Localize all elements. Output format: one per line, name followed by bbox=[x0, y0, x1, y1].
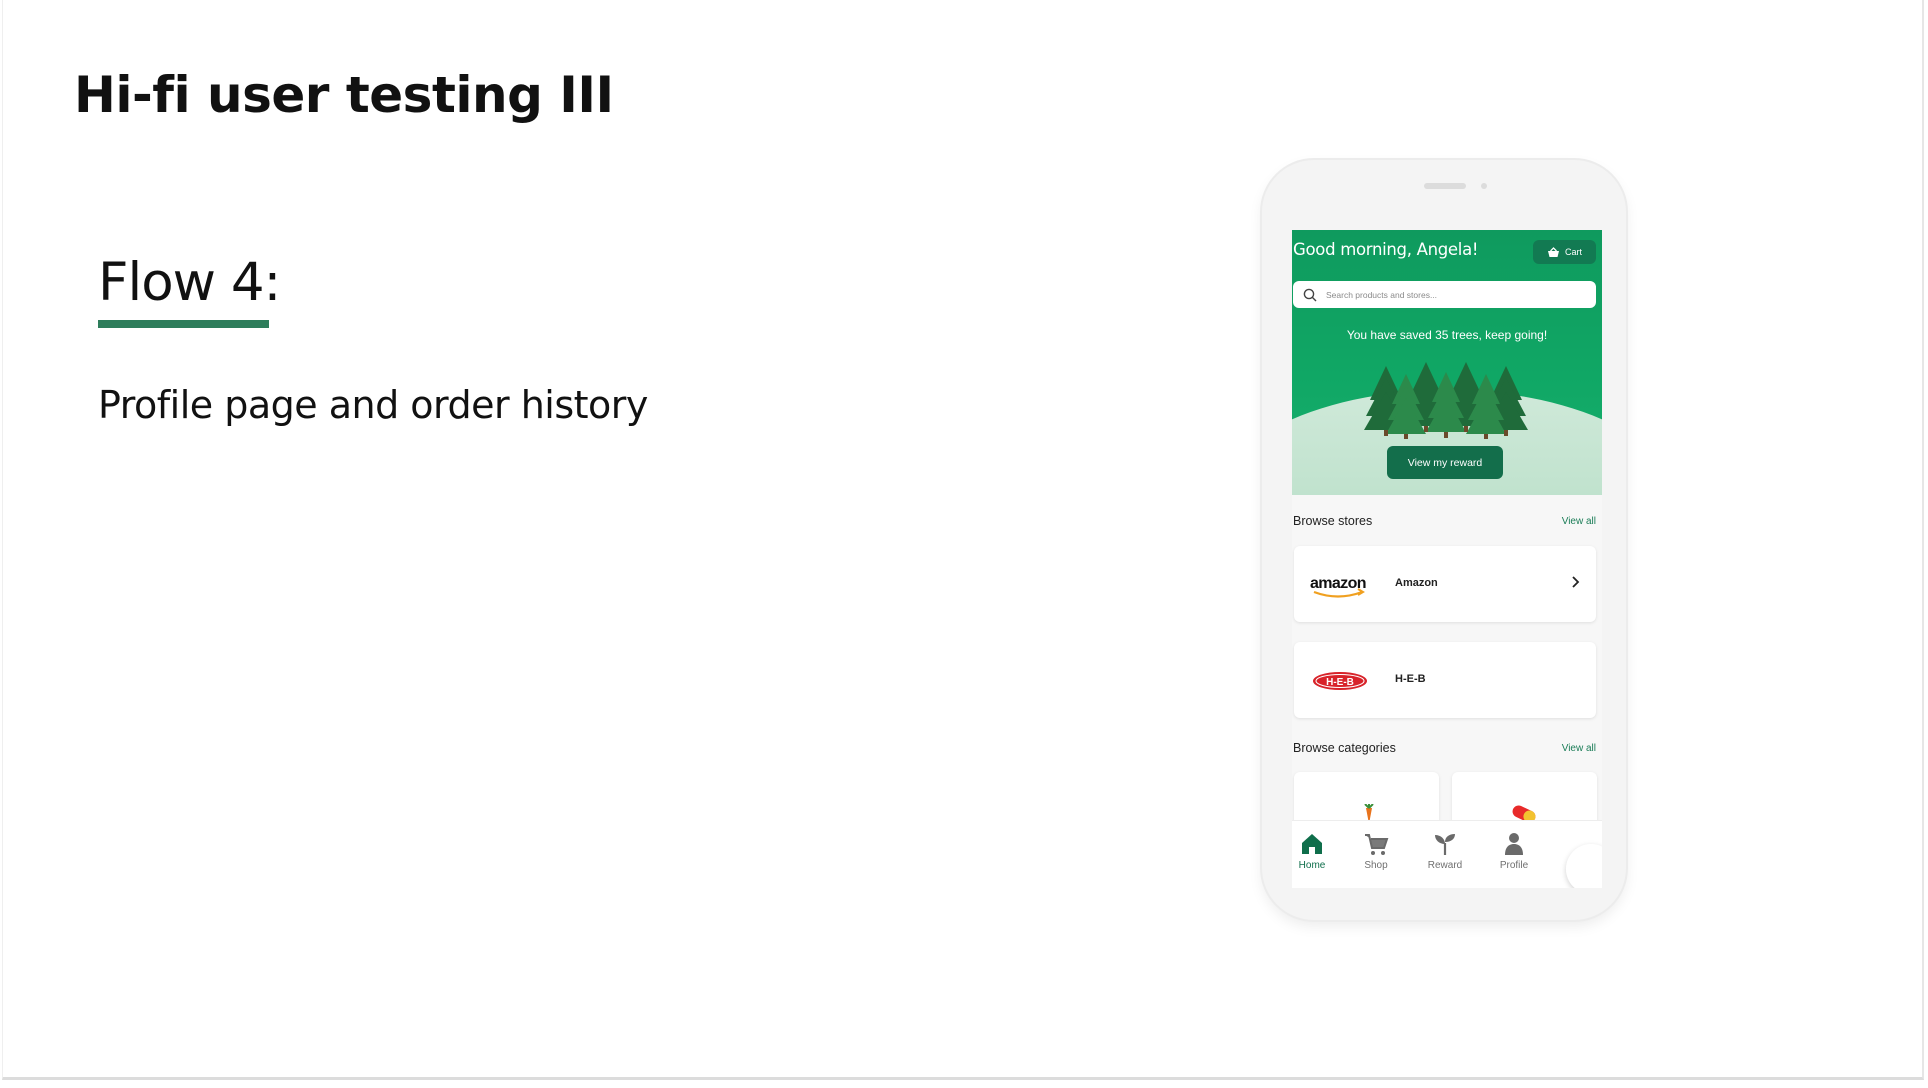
browse-categories-title: Browse categories bbox=[1293, 741, 1396, 755]
store-name: Amazon bbox=[1395, 577, 1438, 589]
bottom-tab-bar: Home Shop Reward Profile bbox=[1292, 820, 1602, 888]
search-icon bbox=[1303, 288, 1317, 301]
tab-label: Shop bbox=[1364, 860, 1388, 871]
basket-icon bbox=[1547, 246, 1559, 257]
tab-home[interactable]: Home bbox=[1292, 831, 1344, 879]
slide-title: Hi-fi user testing III bbox=[74, 66, 614, 124]
tab-label: Reward bbox=[1427, 860, 1463, 871]
store-card-heb[interactable]: H-E-B H-E-B bbox=[1294, 642, 1596, 718]
chevron-right-icon bbox=[1572, 576, 1580, 588]
flow-heading: Flow 4: bbox=[98, 252, 281, 313]
flow-description: Profile page and order history bbox=[98, 383, 648, 427]
tab-reward[interactable]: Reward bbox=[1413, 831, 1477, 879]
cart-label: Cart bbox=[1564, 247, 1582, 257]
amazon-logo: amazon bbox=[1310, 575, 1367, 598]
search-placeholder: Search products and stores... bbox=[1326, 289, 1438, 300]
trees-illustration bbox=[1364, 362, 1528, 439]
stores-view-all-link[interactable]: View all bbox=[1562, 516, 1596, 527]
heb-logo: H-E-B bbox=[1313, 672, 1367, 690]
sprout-icon bbox=[1435, 834, 1455, 855]
slide-frame bbox=[2, 0, 1924, 1080]
store-card-amazon[interactable]: amazon Amazon bbox=[1294, 546, 1596, 622]
cart-icon bbox=[1365, 834, 1389, 855]
person-icon bbox=[1505, 833, 1523, 855]
home-icon bbox=[1302, 834, 1322, 854]
phone-speaker bbox=[1424, 183, 1466, 189]
tab-label: Profile bbox=[1499, 860, 1529, 871]
trees-saved-message: You have saved 35 trees, keep going! bbox=[1346, 328, 1548, 342]
cart-button[interactable]: Cart bbox=[1533, 240, 1596, 264]
pill-icon bbox=[1512, 805, 1536, 822]
store-name: H-E-B bbox=[1395, 673, 1426, 685]
svg-text:H-E-B: H-E-B bbox=[1326, 677, 1354, 688]
browse-stores-header: Browse stores View all bbox=[1293, 512, 1596, 530]
svg-text:amazon: amazon bbox=[1310, 575, 1366, 592]
hero-banner: Good morning, Angela! Cart Search produc… bbox=[1292, 230, 1602, 495]
categories-view-all-link[interactable]: View all bbox=[1562, 743, 1596, 754]
view-reward-button[interactable]: View my reward bbox=[1387, 446, 1503, 479]
flow-underline bbox=[98, 320, 269, 328]
phone-camera bbox=[1481, 183, 1487, 189]
browse-categories-header: Browse categories View all bbox=[1293, 739, 1596, 757]
phone-mockup: Good morning, Angela! Cart Search produc… bbox=[1262, 160, 1626, 920]
browse-stores-title: Browse stores bbox=[1293, 514, 1373, 528]
tab-shop[interactable]: Shop bbox=[1344, 831, 1408, 879]
app-screen: Good morning, Angela! Cart Search produc… bbox=[1292, 230, 1602, 888]
tab-profile[interactable]: Profile bbox=[1482, 831, 1546, 879]
search-input[interactable]: Search products and stores... bbox=[1293, 281, 1596, 308]
tab-label: Home bbox=[1298, 860, 1326, 871]
greeting-text: Good morning, Angela! bbox=[1293, 240, 1479, 259]
